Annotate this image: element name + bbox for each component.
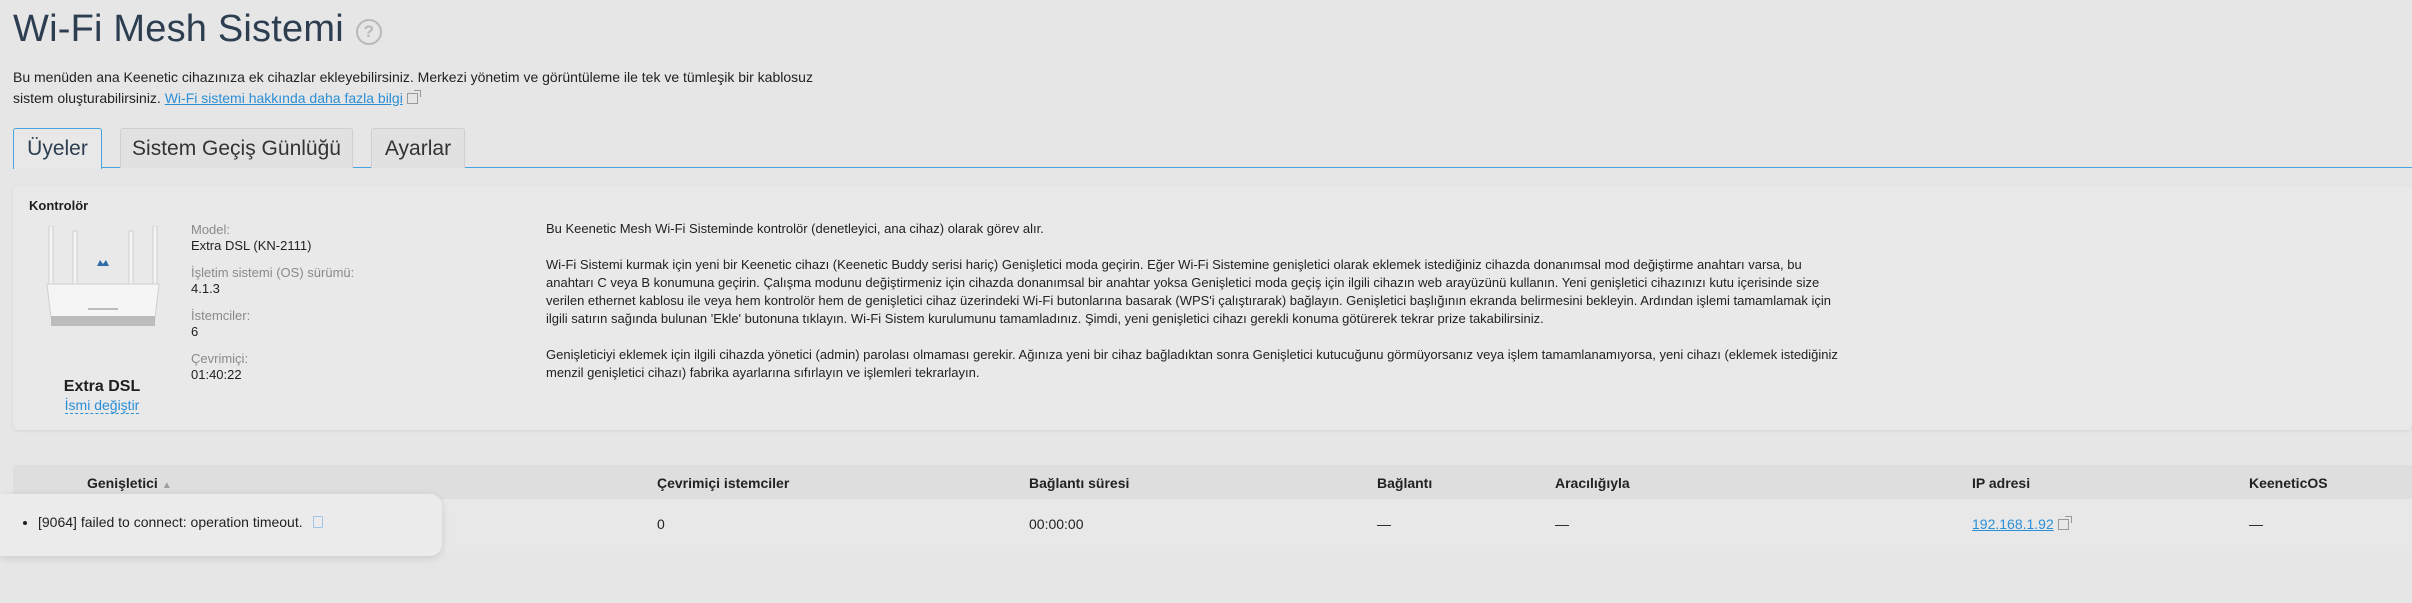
uptime-label: Çevrimiçi: [191,351,249,366]
col-keeneticos: KeeneticOS [2249,475,2328,491]
model-label: Model: [191,222,231,237]
col-online-clients: Çevrimiçi istemciler [657,475,790,491]
description-text-1: Bu menüden ana Keenetic cihazınıza ek ci… [13,69,813,85]
page-title: Wi-Fi Mesh Sistemi [13,8,344,50]
uptime-value: 01:40:22 [191,367,242,382]
error-toast: [9064] failed to connect: operation time… [0,494,442,556]
tab-system-log[interactable]: Sistem Geçiş Günlüğü [120,128,353,168]
clients-label: İstemciler: [191,308,251,323]
col-via: Aracılığıyla [1555,475,1630,491]
device-name: Extra DSL [63,378,141,395]
page-header: Wi-Fi Mesh Sistemi ? [13,8,382,51]
controller-instructions: Bu Keenetic Mesh Wi-Fi Sisteminde kontro… [546,220,1846,400]
rename-link-text[interactable]: İsmi değiştir [64,397,140,414]
cell-connection: — [1377,516,1391,532]
controller-label: Kontrolör [29,198,89,213]
model-value: Extra DSL (KN-2111) [191,238,312,253]
toast-message: [9064] failed to connect: operation time… [38,514,303,530]
instruction-paragraph-1: Bu Keenetic Mesh Wi-Fi Sisteminde kontro… [546,221,1044,236]
rename-link[interactable]: İsmi değiştir [13,397,191,414]
tab-settings[interactable]: Ayarlar [371,128,465,168]
col-connection: Bağlantı [1377,475,1433,491]
ip-address-link[interactable]: 192.168.1.92 [1972,516,2054,532]
cell-keeneticos: — [2249,516,2263,532]
cell-online-clients: 0 [657,516,665,532]
page-description: Bu menüden ana Keenetic cihazınıza ek ci… [13,67,853,109]
controller-info: Model: Extra DSL (KN-2111) İşletim siste… [191,222,354,394]
controller-panel: Kontrolör Extra DSL İsmi değiştir Model:… [13,186,2412,430]
os-version-value: 4.1.3 [191,281,220,296]
cell-connection-time: 00:00:00 [1029,516,1084,532]
learn-more-link[interactable]: Wi-Fi sistemi hakkında daha fazla bilgi [165,90,403,106]
cell-ip-address: 192.168.1.92 [1972,516,2072,532]
clients-value: 6 [191,324,199,339]
copy-icon[interactable] [312,516,323,528]
col-connection-time: Bağlantı süresi [1029,475,1130,491]
help-icon[interactable]: ? [355,18,382,45]
tab-members[interactable]: Üyeler [13,128,102,169]
sort-asc-icon[interactable]: ▲ [162,480,172,491]
description-text-2: sistem oluşturabilirsiniz. [13,90,161,106]
instruction-paragraph-3: Genişleticiyi eklemek için ilgili cihazd… [546,347,1838,380]
col-extender[interactable]: Genişletici ▲ [87,475,172,491]
router-image [46,226,160,326]
col-ip-address: IP adresi [1972,475,2031,491]
col-extender-label[interactable]: Genişletici [87,475,158,491]
os-version-label: İşletim sistemi (OS) sürümü: [191,265,355,280]
external-link-icon [2057,516,2072,530]
tab-bar: Üyeler Sistem Geçiş Günlüğü Ayarlar [13,128,2412,169]
cell-via: — [1555,516,1569,532]
toast-message-item: [9064] failed to connect: operation time… [38,514,323,530]
instruction-paragraph-2: Wi-Fi Sistemi kurmak için yeni bir Keene… [546,257,1832,326]
external-link-icon [406,90,421,104]
